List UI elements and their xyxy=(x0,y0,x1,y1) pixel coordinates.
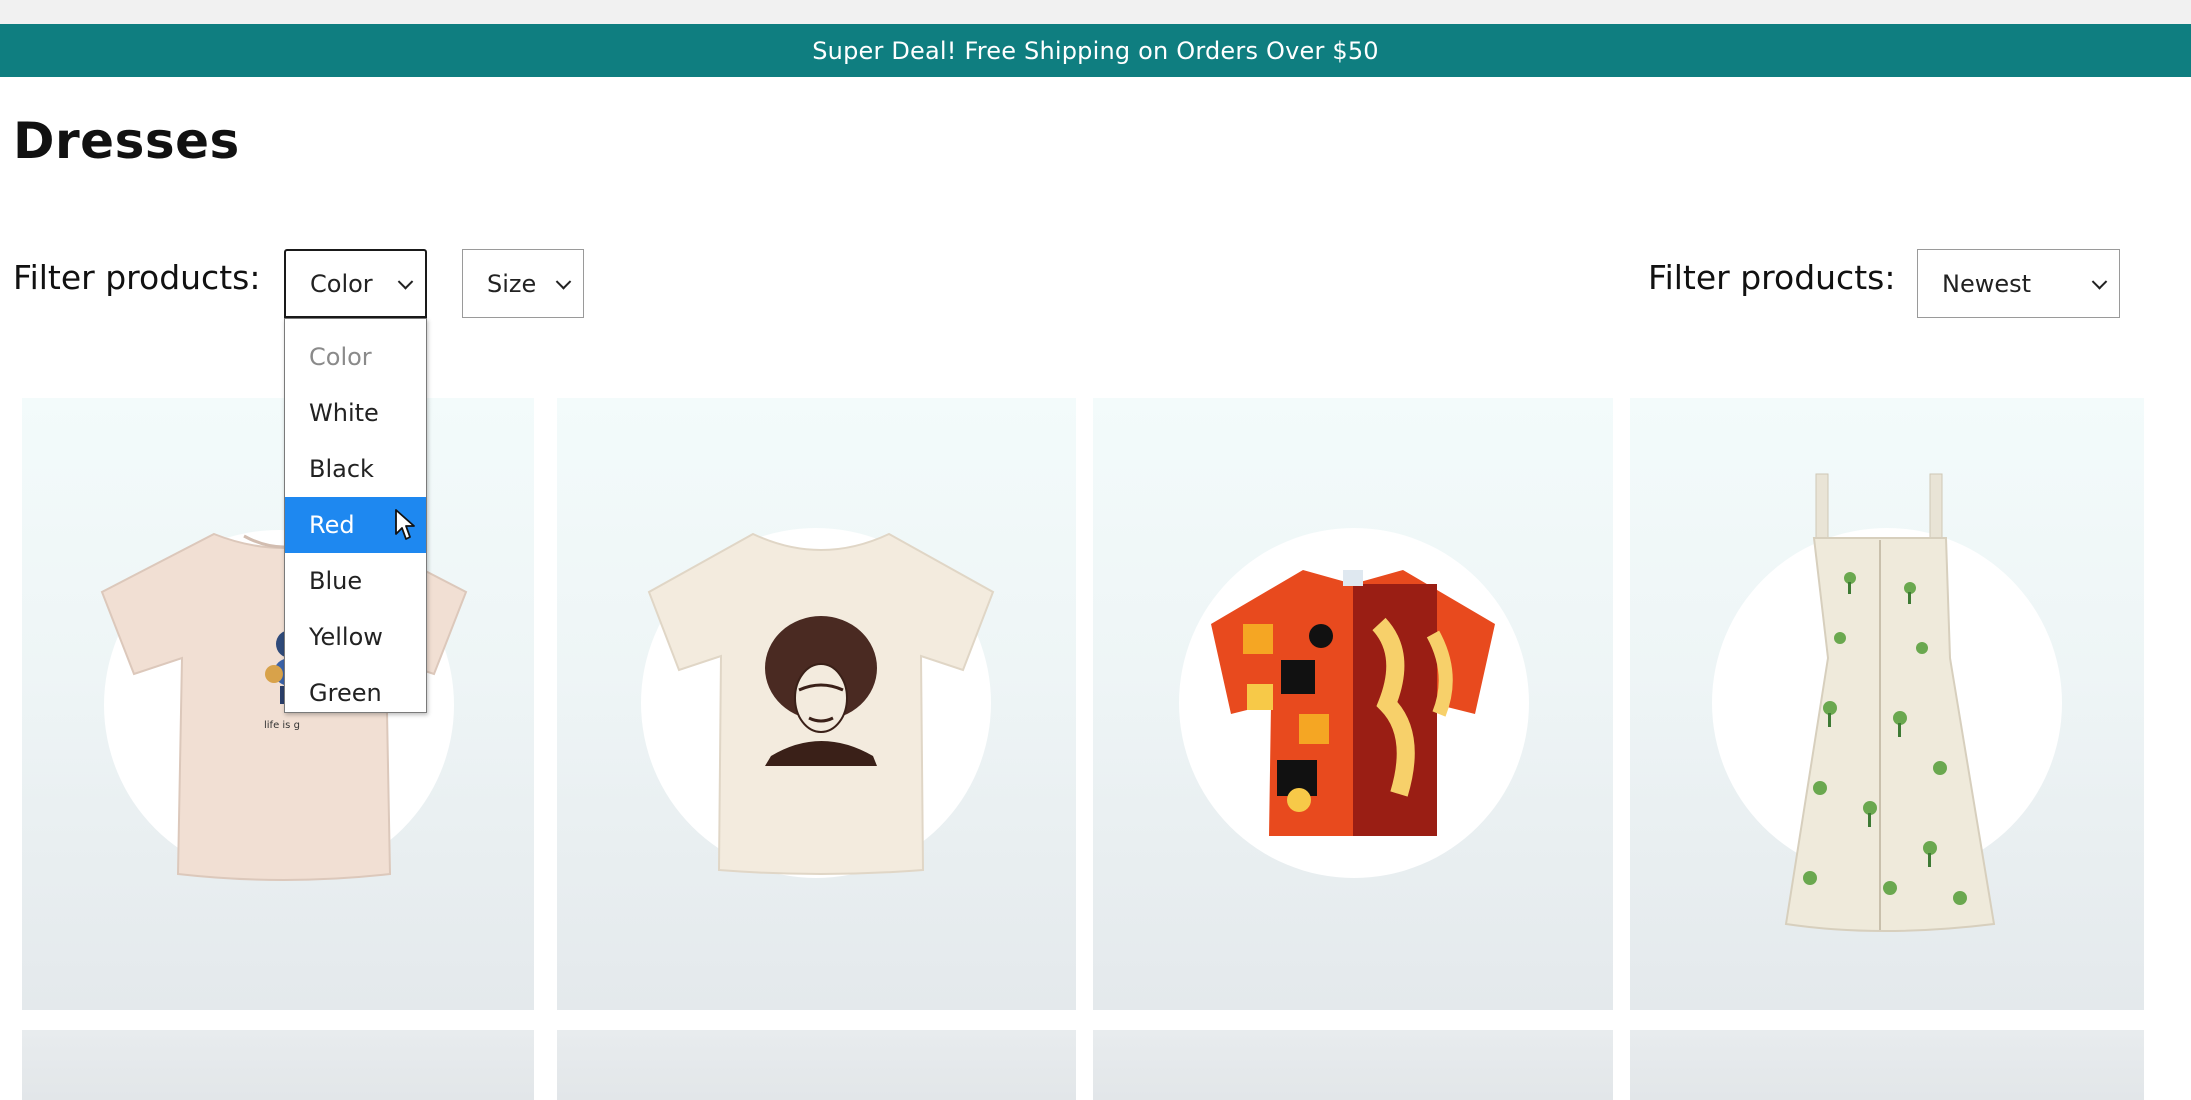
page-title: Dresses xyxy=(13,112,240,170)
size-select-value: Size xyxy=(487,269,537,298)
announcement-text: Super Deal! Free Shipping on Orders Over… xyxy=(812,36,1379,65)
color-option-green[interactable]: Green xyxy=(285,665,426,721)
product-card[interactable] xyxy=(1093,398,1613,1010)
mouse-pointer-icon xyxy=(395,509,415,540)
product-card[interactable] xyxy=(557,1030,1076,1100)
size-select[interactable]: Size xyxy=(462,249,584,318)
sort-select-value: Newest xyxy=(1942,269,2032,298)
color-option-yellow[interactable]: Yellow xyxy=(285,609,426,665)
chevron-down-icon xyxy=(555,273,572,290)
product-card[interactable] xyxy=(22,1030,534,1100)
svg-text:life is g: life is g xyxy=(264,720,300,731)
color-option-placeholder[interactable]: Color xyxy=(285,329,426,385)
color-option-white[interactable]: White xyxy=(285,385,426,441)
product-card[interactable] xyxy=(557,398,1076,1010)
chevron-down-icon xyxy=(397,273,414,290)
product-card[interactable]: life is g xyxy=(22,398,534,1010)
browser-top-strip xyxy=(0,0,2191,24)
product-card[interactable] xyxy=(1093,1030,1613,1100)
color-option-blue[interactable]: Blue xyxy=(285,553,426,609)
sort-products-label: Filter products: xyxy=(1648,258,1896,297)
filter-products-label: Filter products: xyxy=(13,258,261,297)
color-option-black[interactable]: Black xyxy=(285,441,426,497)
product-image-cream-portrait-tshirt xyxy=(647,532,995,875)
product-image-floral-print-dress xyxy=(1784,473,1996,932)
color-select[interactable]: Color xyxy=(284,249,427,318)
product-card[interactable] xyxy=(1630,1030,2144,1100)
color-select-value: Color xyxy=(310,269,373,298)
chevron-down-icon xyxy=(2091,273,2108,290)
announcement-banner: Super Deal! Free Shipping on Orders Over… xyxy=(0,24,2191,77)
product-image-patterned-short-sleeve-shirt xyxy=(1211,570,1495,836)
sort-select[interactable]: Newest xyxy=(1917,249,2120,318)
product-card[interactable] xyxy=(1630,398,2144,1010)
